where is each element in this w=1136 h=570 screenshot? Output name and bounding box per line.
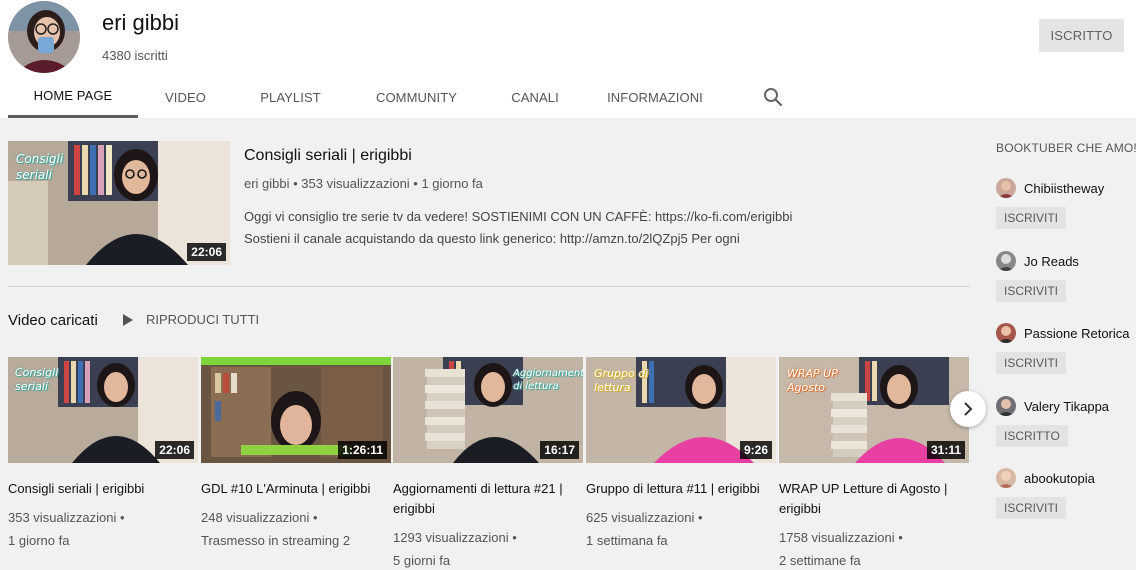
duration-badge: 1:26:11 bbox=[338, 441, 387, 459]
video-meta: 1758 visualizzazioni • 2 settimane fa bbox=[779, 526, 969, 570]
video-card[interactable]: Gruppo di lettura 9:26 Gruppo di lettura… bbox=[586, 357, 776, 552]
video-thumbnail[interactable]: Consigli seriali 22:06 bbox=[8, 357, 198, 463]
video-title[interactable]: WRAP UP Letture di Agosto | erigibbi bbox=[779, 479, 969, 519]
video-views: 1293 visualizzazioni • bbox=[393, 530, 517, 545]
subscribe-button[interactable]: ISCRIVITI bbox=[996, 280, 1067, 302]
channel-name[interactable]: Chibiistheway bbox=[1024, 181, 1104, 196]
tab-video[interactable]: VIDEO bbox=[138, 76, 233, 118]
featured-channel: abookutopia ISCRIVITI bbox=[996, 468, 1095, 519]
featured-channel: Jo Reads ISCRIVITI bbox=[996, 251, 1079, 302]
thumbnail-overlay-text: Aggiornamenti di lettura bbox=[513, 368, 583, 392]
video-title[interactable]: Aggiornamenti di lettura #21 | erigibbi bbox=[393, 479, 583, 519]
description-line: Sostieni il canale acquistando da questo… bbox=[244, 231, 740, 246]
section-divider bbox=[8, 286, 970, 287]
thumbnail-overlay-text: Consigli seriali bbox=[15, 366, 59, 393]
video-card[interactable]: Aggiornamenti di lettura 16:17 Aggiornam… bbox=[393, 357, 583, 570]
subscribed-button[interactable]: ISCRITTO bbox=[1039, 19, 1124, 52]
channel-name[interactable]: abookutopia bbox=[1024, 471, 1095, 486]
duration-badge: 31:11 bbox=[926, 441, 965, 459]
thumbnail-overlay-text: Consigli seriali bbox=[16, 152, 64, 182]
channel-avatar[interactable] bbox=[996, 323, 1016, 343]
channel-name[interactable]: Jo Reads bbox=[1024, 254, 1079, 269]
thumbnail-overlay-text: WRAP UP Agosto bbox=[787, 367, 838, 394]
tab-community[interactable]: COMMUNITY bbox=[348, 76, 485, 118]
video-card[interactable]: 1:26:11 GDL #10 L'Arminuta | erigibbi 24… bbox=[201, 357, 391, 552]
subscribe-button[interactable]: ISCRITTO bbox=[996, 425, 1068, 447]
thumbnail-overlay-text: Gruppo di lettura bbox=[594, 367, 649, 394]
video-views: 625 visualizzazioni • bbox=[586, 510, 703, 525]
channel-tabs: HOME PAGE VIDEO PLAYLIST COMMUNITY CANAL… bbox=[8, 76, 725, 118]
search-icon[interactable] bbox=[762, 86, 784, 108]
video-views: 353 visualizzazioni • bbox=[8, 510, 125, 525]
subscribe-button[interactable]: ISCRIVITI bbox=[996, 352, 1067, 374]
duration-badge: 16:17 bbox=[540, 441, 579, 459]
tab-informazioni[interactable]: INFORMAZIONI bbox=[585, 76, 725, 118]
video-age: 2 settimane fa bbox=[779, 553, 861, 568]
channel-name: eri gibbi bbox=[102, 10, 180, 35]
featured-channel: Chibiistheway ISCRIVITI bbox=[996, 178, 1104, 229]
channel-avatar[interactable] bbox=[8, 1, 80, 73]
video-meta: 353 visualizzazioni • 1 giorno fa bbox=[8, 506, 198, 552]
featured-video-meta: eri gibbi • 353 visualizzazioni • 1 gior… bbox=[244, 176, 483, 191]
featured-video-title[interactable]: Consigli seriali | erigibbi bbox=[244, 147, 412, 165]
subscribe-button[interactable]: ISCRIVITI bbox=[996, 497, 1067, 519]
video-card[interactable]: WRAP UP Agosto 31:11 WRAP UP Letture di … bbox=[779, 357, 969, 570]
featured-channel: Passione Retorica ISCRIVITI bbox=[996, 323, 1130, 374]
uploads-section-title[interactable]: Video caricati bbox=[8, 312, 98, 329]
channel-avatar[interactable] bbox=[996, 178, 1016, 198]
featured-video-thumbnail[interactable]: Consigli seriali 22:06 bbox=[8, 141, 230, 265]
description-line: Oggi vi consiglio tre serie tv da vedere… bbox=[244, 209, 793, 224]
video-thumbnail[interactable]: WRAP UP Agosto 31:11 bbox=[779, 357, 969, 463]
play-icon bbox=[123, 313, 133, 326]
featured-channels-title: BOOKTUBER CHE AMO! bbox=[996, 141, 1136, 155]
video-meta: 1293 visualizzazioni • 5 giorni fa bbox=[393, 526, 583, 570]
tab-home[interactable]: HOME PAGE bbox=[8, 76, 138, 118]
duration-badge: 22:06 bbox=[187, 243, 226, 261]
subscriber-count: 4380 iscritti bbox=[102, 48, 168, 63]
channel-header: eri gibbi 4380 iscritti ISCRITTO HOME PA… bbox=[0, 0, 1136, 118]
video-thumbnail[interactable]: Aggiornamenti di lettura 16:17 bbox=[393, 357, 583, 463]
channel-name[interactable]: Valery Tikappa bbox=[1024, 399, 1109, 414]
video-age: 1 giorno fa bbox=[8, 533, 70, 548]
featured-video-description: Oggi vi consiglio tre serie tv da vedere… bbox=[244, 206, 944, 250]
video-title[interactable]: Consigli seriali | erigibbi bbox=[8, 479, 198, 499]
video-card[interactable]: Consigli seriali 22:06 Consigli seriali … bbox=[8, 357, 198, 552]
channel-avatar[interactable] bbox=[996, 251, 1016, 271]
play-all-label: RIPRODUCI TUTTI bbox=[146, 312, 260, 327]
featured-channel: Valery Tikappa ISCRITTO bbox=[996, 396, 1109, 447]
channel-name[interactable]: Passione Retorica bbox=[1024, 326, 1130, 341]
duration-badge: 9:26 bbox=[739, 441, 772, 459]
video-meta: 625 visualizzazioni • 1 settimana fa bbox=[586, 506, 776, 552]
video-meta: 248 visualizzazioni • Trasmesso in strea… bbox=[201, 506, 391, 552]
video-thumbnail[interactable]: 1:26:11 bbox=[201, 357, 391, 463]
play-all-button[interactable]: RIPRODUCI TUTTI bbox=[122, 312, 259, 327]
video-age: 1 settimana fa bbox=[586, 533, 668, 548]
tab-canali[interactable]: CANALI bbox=[485, 76, 585, 118]
duration-badge: 22:06 bbox=[155, 441, 194, 459]
channel-avatar[interactable] bbox=[996, 468, 1016, 488]
channel-avatar[interactable] bbox=[996, 396, 1016, 416]
video-views: 1758 visualizzazioni • bbox=[779, 530, 903, 545]
chevron-right-icon bbox=[964, 402, 973, 416]
video-age: Trasmesso in streaming 2 bbox=[201, 533, 351, 548]
video-title[interactable]: GDL #10 L'Arminuta | erigibbi bbox=[201, 479, 391, 499]
video-age: 5 giorni fa bbox=[393, 553, 451, 568]
video-thumbnail[interactable]: Gruppo di lettura 9:26 bbox=[586, 357, 776, 463]
next-arrow-button[interactable] bbox=[950, 391, 986, 427]
video-title[interactable]: Gruppo di lettura #11 | erigibbi bbox=[586, 479, 776, 499]
subscribe-button[interactable]: ISCRIVITI bbox=[996, 207, 1067, 229]
video-views: 248 visualizzazioni • bbox=[201, 510, 318, 525]
tab-playlist[interactable]: PLAYLIST bbox=[233, 76, 348, 118]
